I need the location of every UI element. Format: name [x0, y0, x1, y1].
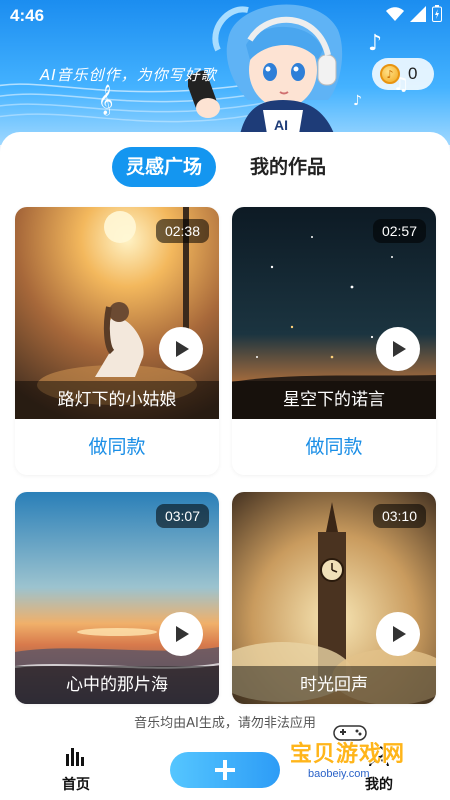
- nav-home-label: 首页: [62, 777, 90, 793]
- play-button[interactable]: [159, 612, 203, 656]
- song-card[interactable]: 02:57 星空下的诺言 做同款: [232, 207, 436, 475]
- hero-banner: 𝄞 AI ♪ ♫ ♪ 4:46 AI音: [0, 0, 450, 145]
- wifi-icon: [386, 6, 404, 21]
- tab-my-works[interactable]: 我的作品: [238, 147, 338, 187]
- play-icon: [393, 341, 406, 357]
- svg-text:♪: ♪: [368, 31, 382, 56]
- song-cover: 02:57 星空下的诺言: [232, 207, 436, 419]
- song-card[interactable]: 03:10 时光回声: [232, 492, 436, 704]
- song-cover: 02:38 路灯下的小姑娘: [15, 207, 219, 419]
- song-duration: 03:10: [372, 504, 426, 528]
- play-icon: [176, 626, 189, 642]
- song-cover: 03:07 心中的那片海: [15, 492, 219, 704]
- music-coin-icon: ♪: [380, 64, 400, 84]
- site-watermark: 宝贝游戏网 baobeiy.com: [278, 725, 443, 788]
- play-button[interactable]: [159, 327, 203, 371]
- song-title: 时光回声: [232, 666, 436, 704]
- song-card[interactable]: 03:07 心中的那片海: [15, 492, 219, 704]
- create-button[interactable]: [170, 752, 280, 788]
- watermark-url: baobeiy.com: [308, 768, 370, 780]
- status-icons: [386, 5, 442, 22]
- tab-inspiration-square[interactable]: 灵感广场: [112, 147, 217, 187]
- song-duration: 03:07: [155, 504, 209, 528]
- nav-home[interactable]: 首页: [55, 746, 97, 794]
- song-duration: 02:57: [372, 219, 426, 243]
- song-card[interactable]: 02:38 路灯下的小姑娘 做同款: [15, 207, 219, 475]
- svg-text:♪: ♪: [353, 93, 362, 109]
- watermark-text: 宝贝游戏网: [290, 742, 406, 767]
- song-duration: 02:38: [155, 219, 209, 243]
- status-time: 4:46: [10, 6, 45, 25]
- play-button[interactable]: [376, 612, 420, 656]
- tab-bar: 灵感广场 我的作品: [112, 147, 338, 187]
- play-icon: [176, 341, 189, 357]
- song-title: 心中的那片海: [15, 666, 219, 704]
- song-title: 路灯下的小姑娘: [15, 381, 219, 419]
- equalizer-icon: [66, 748, 84, 766]
- coin-count: 0: [408, 64, 418, 83]
- play-button[interactable]: [376, 327, 420, 371]
- song-cover: 03:10 时光回声: [232, 492, 436, 704]
- make-same-button[interactable]: 做同款: [232, 419, 436, 475]
- coin-balance[interactable]: ♪ 0: [372, 58, 434, 90]
- status-bar: 4:46: [0, 0, 450, 32]
- banner-slogan: AI音乐创作，为你写好歌: [40, 66, 217, 84]
- make-same-button[interactable]: 做同款: [15, 419, 219, 475]
- play-icon: [393, 626, 406, 642]
- battery-icon: [432, 5, 442, 22]
- svg-text:AI: AI: [274, 117, 288, 133]
- svg-text:𝄞: 𝄞: [98, 84, 113, 116]
- song-title: 星空下的诺言: [232, 381, 436, 419]
- signal-icon: [410, 5, 426, 22]
- plus-icon: [215, 760, 235, 780]
